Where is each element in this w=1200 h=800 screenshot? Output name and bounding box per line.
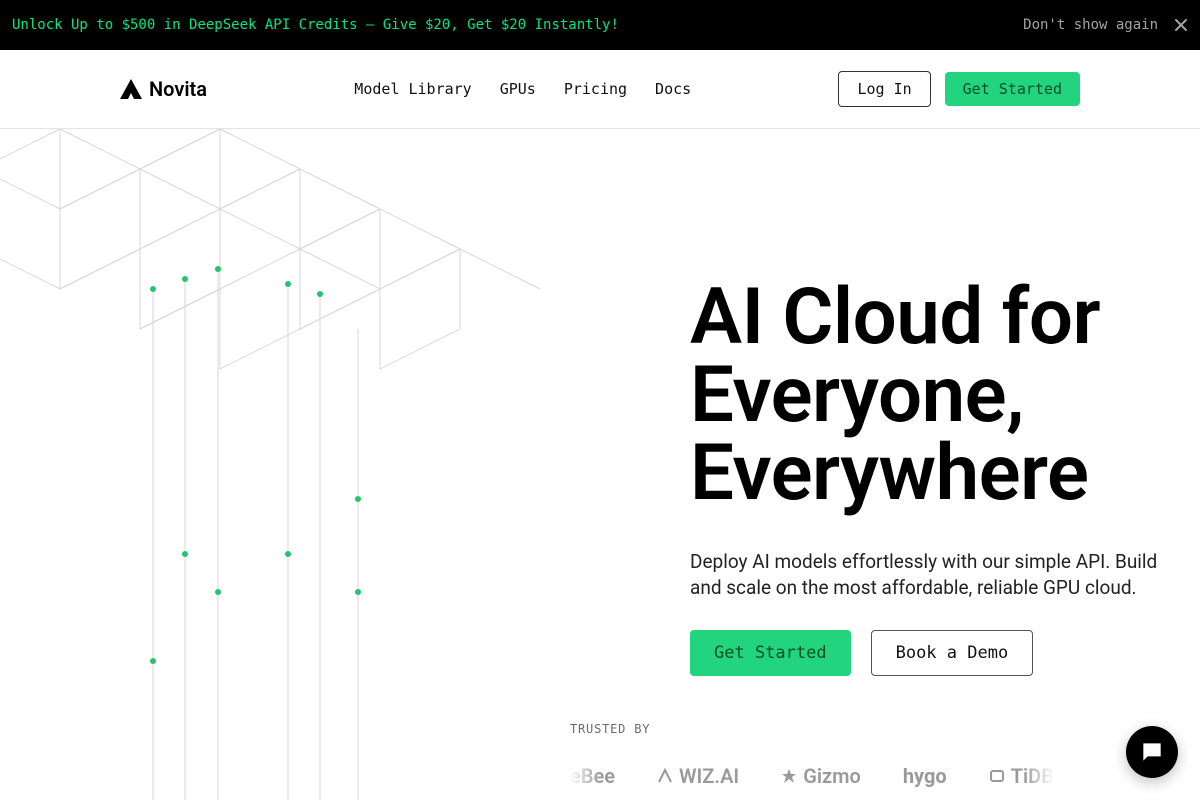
hero-book-demo-button[interactable]: Book a Demo (871, 630, 1034, 676)
hero-title-line3: Everywhere (690, 428, 1088, 519)
brand-logo[interactable]: Novita (120, 77, 207, 101)
hero-title: AI Cloud for Everyone, Everywhere (690, 279, 1170, 513)
site-header: Novita Model Library GPUs Pricing Docs L… (0, 50, 1200, 129)
partner-logo: TiDB (989, 764, 1054, 788)
nav-docs[interactable]: Docs (655, 80, 691, 98)
hero-copy: AI Cloud for Everyone, Everywhere Deploy… (560, 129, 1200, 800)
hero-section: AI Cloud for Everyone, Everywhere Deploy… (0, 129, 1200, 800)
promo-bar: Unlock Up to $500 in DeepSeek API Credit… (0, 0, 1200, 50)
nav-gpus[interactable]: GPUs (500, 80, 536, 98)
partner-logo: WIZ.AI (657, 764, 739, 788)
hero-get-started-button[interactable]: Get Started (690, 630, 851, 676)
nav-model-library[interactable]: Model Library (354, 80, 471, 98)
partner-logo: hygo (903, 764, 947, 788)
hero-illustration (0, 129, 560, 800)
brand-mark-icon (120, 79, 142, 99)
login-button[interactable]: Log In (838, 71, 930, 107)
partner-logo: eBee (570, 764, 615, 788)
close-icon[interactable] (1174, 18, 1188, 32)
promo-text[interactable]: Unlock Up to $500 in DeepSeek API Credit… (12, 17, 619, 33)
hero-subtitle: Deploy AI models effortlessly with our s… (690, 549, 1170, 600)
partner-logo: Gizmo (781, 764, 861, 788)
trusted-by-logos: eBee WIZ.AI Gizmo hygo TiDB (570, 764, 1054, 788)
get-started-button[interactable]: Get Started (945, 72, 1080, 106)
trusted-by-label: TRUSTED BY (570, 722, 1054, 736)
brand-name: Novita (149, 77, 207, 101)
trusted-by-section: TRUSTED BY eBee WIZ.AI Gizmo hygo TiDB (570, 722, 1054, 788)
chat-launcher-button[interactable] (1126, 726, 1178, 778)
chat-icon (1139, 739, 1165, 765)
primary-nav: Model Library GPUs Pricing Docs (354, 80, 691, 98)
nav-pricing[interactable]: Pricing (564, 80, 627, 98)
promo-dismiss-link[interactable]: Don't show again (1023, 17, 1158, 33)
